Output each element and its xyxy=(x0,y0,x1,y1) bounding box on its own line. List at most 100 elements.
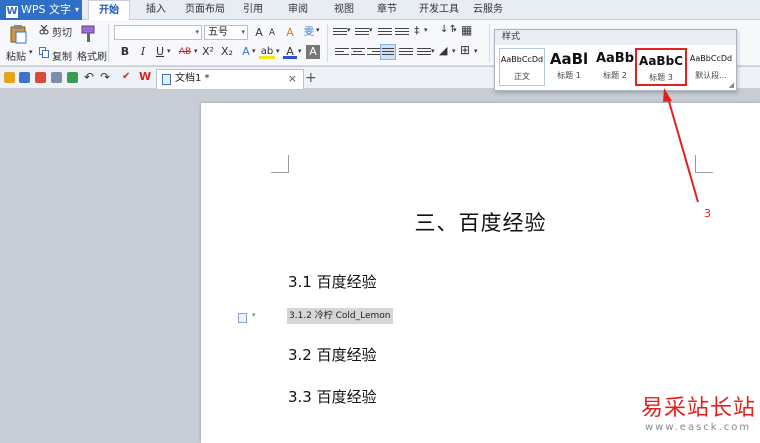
copy-button[interactable]: 复制 xyxy=(52,48,72,63)
watermark-text: 易采站长站 xyxy=(641,396,757,421)
chevron-down-icon[interactable]: ▾ xyxy=(252,47,256,55)
align-right-icon[interactable] xyxy=(367,46,381,58)
tab-insert[interactable]: 插入 xyxy=(146,0,166,20)
heading-3-selected[interactable]: 3.1.2 冷柠 Cold_Lemon xyxy=(287,308,393,324)
border-icon[interactable]: ⊞ xyxy=(460,43,470,57)
heading-2[interactable]: 3.2 百度经验 xyxy=(288,344,377,365)
shrink-font-button[interactable]: A xyxy=(265,26,279,40)
align-left-icon[interactable] xyxy=(335,46,349,58)
margin-marker xyxy=(695,155,713,173)
format-painter-icon[interactable] xyxy=(79,24,97,44)
highlight-button[interactable]: ab xyxy=(259,45,275,59)
chevron-down-icon[interactable]: ▾ xyxy=(316,26,320,34)
font-name-select[interactable]: ▾ xyxy=(114,25,202,40)
tab-review[interactable]: 审阅 xyxy=(288,0,308,20)
chevron-down-icon[interactable]: ▾ xyxy=(424,26,428,34)
chevron-down-icon[interactable]: ▾ xyxy=(474,47,478,55)
font-size-select[interactable]: 五号 ▾ xyxy=(204,25,248,40)
wps-logo-icon: W xyxy=(6,6,18,18)
decrease-indent-icon[interactable] xyxy=(378,26,392,38)
align-center-icon[interactable] xyxy=(351,46,365,58)
paste-icon[interactable] xyxy=(8,24,28,44)
format-painter-button[interactable]: 格式刷 xyxy=(77,48,107,63)
print-icon[interactable] xyxy=(51,72,62,83)
style-normal[interactable]: AaBbCcDd 正文 xyxy=(499,48,545,86)
chevron-down-icon[interactable]: ▾ xyxy=(453,26,457,34)
tab-cloud[interactable]: 云服务 xyxy=(473,0,503,20)
resize-grip-icon[interactable]: ◢ xyxy=(729,81,734,89)
copy-icon[interactable] xyxy=(39,47,49,58)
redo-icon[interactable]: ↷ xyxy=(100,70,110,84)
cut-button[interactable]: 剪切 xyxy=(52,24,72,39)
tab-developer[interactable]: 开发工具 xyxy=(419,0,459,20)
save-icon[interactable] xyxy=(19,72,30,83)
numbered-list-icon[interactable] xyxy=(355,26,369,38)
chevron-down-icon[interactable]: ▾ xyxy=(167,47,171,55)
grow-font-button[interactable]: A xyxy=(252,26,266,40)
paste-dropdown-icon[interactable]: ▾ xyxy=(29,48,33,56)
wps-home-icon[interactable]: W xyxy=(139,70,151,83)
menu-bar: W WPS 文字 ▾ 开始 插入 页面布局 引用 审阅 视图 章节 开发工具 云服… xyxy=(0,0,760,21)
chevron-down-icon[interactable]: ▾ xyxy=(369,26,373,34)
char-shading-button[interactable]: A xyxy=(306,45,320,59)
chevron-down-icon[interactable]: ▾ xyxy=(347,26,351,34)
chevron-down-icon[interactable]: ▾ xyxy=(194,47,198,55)
style-name: 默认段... xyxy=(695,71,727,80)
paragraph-layout-icon[interactable] xyxy=(238,313,247,323)
tab-page-layout[interactable]: 页面布局 xyxy=(185,0,225,20)
print-preview-icon[interactable] xyxy=(67,72,78,83)
style-heading-2[interactable]: AaBb 标题 2 xyxy=(592,48,638,86)
paste-button[interactable]: 粘贴 xyxy=(6,48,26,63)
heading-2[interactable]: 3.3 百度经验 xyxy=(288,386,377,407)
tab-chapter[interactable]: 章节 xyxy=(377,0,397,20)
clear-format-button[interactable]: A xyxy=(283,26,297,40)
tab-document-1[interactable]: 文档1 * × xyxy=(156,69,304,89)
margin-marker xyxy=(271,155,289,173)
tab-references[interactable]: 引用 xyxy=(243,0,263,20)
heading-2[interactable]: 3.1 百度经验 xyxy=(288,271,377,292)
export-pdf-icon[interactable] xyxy=(35,72,46,83)
tab-view[interactable]: 视图 xyxy=(334,0,354,20)
chevron-down-icon[interactable]: ▾ xyxy=(298,47,302,55)
distributed-align-icon[interactable] xyxy=(399,46,413,58)
chevron-down-icon[interactable]: ▾ xyxy=(252,311,256,319)
chevron-down-icon[interactable]: ▾ xyxy=(452,47,456,55)
paragraph-shading-icon[interactable]: ◢ xyxy=(439,44,447,57)
table-icon[interactable]: ▦ xyxy=(461,23,472,37)
italic-button[interactable]: I xyxy=(136,45,150,59)
line-spacing-icon[interactable] xyxy=(417,46,431,58)
new-tab-button[interactable]: + xyxy=(305,70,317,86)
chevron-down-icon: ▾ xyxy=(241,28,245,36)
watermark-url: www.easck.com xyxy=(645,422,752,433)
superscript-button[interactable]: X² xyxy=(200,45,216,59)
chevron-down-icon[interactable]: ▾ xyxy=(431,47,435,55)
app-name: WPS 文字 xyxy=(21,3,71,16)
bullet-list-icon[interactable] xyxy=(333,26,347,38)
close-icon[interactable]: × xyxy=(288,70,297,88)
phonetic-guide-button[interactable]: 雯 xyxy=(302,26,316,40)
undo-icon[interactable]: ↶ xyxy=(84,70,94,84)
document-icon xyxy=(162,74,171,85)
document-title[interactable]: 三、百度经验 xyxy=(201,207,760,237)
style-sample: AaBbC xyxy=(639,54,683,68)
chevron-down-icon[interactable]: ▾ xyxy=(276,47,280,55)
subscript-button[interactable]: X₂ xyxy=(219,45,235,59)
style-name: 正文 xyxy=(514,72,530,81)
tab-home[interactable]: 开始 xyxy=(88,0,130,21)
style-default-paragraph[interactable]: AaBbCcDd 默认段... xyxy=(688,48,734,86)
font-color-button[interactable]: A xyxy=(283,45,297,59)
justify-icon[interactable] xyxy=(380,44,396,60)
underline-button[interactable]: U xyxy=(153,45,167,59)
styles-gallery-title: 样式 xyxy=(495,30,736,45)
wps-menu-button[interactable]: W WPS 文字 ▾ xyxy=(0,0,82,20)
style-heading-1[interactable]: AaBl 标题 1 xyxy=(546,48,592,86)
increase-indent-icon[interactable] xyxy=(395,26,409,38)
style-heading-3[interactable]: AaBbC 标题 3 xyxy=(635,48,687,86)
bold-button[interactable]: B xyxy=(118,45,132,59)
strikethrough-button[interactable]: AB xyxy=(176,45,194,59)
scissors-icon[interactable] xyxy=(39,24,49,35)
text-effect-button[interactable]: A xyxy=(239,45,253,59)
chinese-layout-icon[interactable]: ‡ xyxy=(414,24,420,37)
customize-icon[interactable]: ✔ xyxy=(122,71,130,82)
open-folder-icon[interactable] xyxy=(4,72,15,83)
